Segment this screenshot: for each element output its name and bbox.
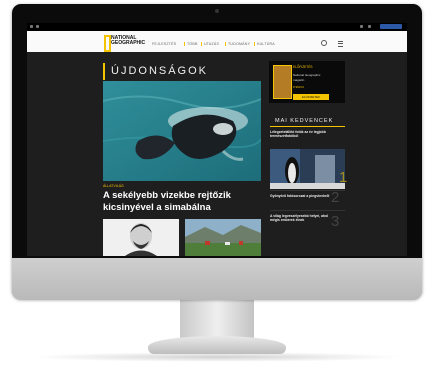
favorite-item-image[interactable]	[270, 149, 345, 189]
favorites-divider	[270, 210, 345, 211]
favorite-item-text[interactable]: Lélegzetelállító fotók az év legjobb ter…	[270, 130, 330, 139]
ad-subscribe-button[interactable]: ELŐFIZETEK	[293, 94, 329, 100]
thumbnail-landscape[interactable]	[185, 219, 261, 256]
ad-title: ELŐFIZETÉS	[293, 65, 313, 69]
magazine-cover-image[interactable]	[273, 65, 292, 99]
main-nav-bar: NATIONAL GEOGRAPHIC FEJLESZTÉS TÖBB UTAZ…	[27, 31, 407, 52]
article-category[interactable]: ÁLLATVILÁG	[103, 184, 124, 188]
user-icon[interactable]	[360, 25, 363, 28]
hamburger-menu-icon[interactable]	[338, 41, 343, 47]
nav-separator	[184, 42, 185, 46]
favorite-rank: 3	[331, 213, 340, 230]
favorites-accent-line	[270, 126, 345, 127]
monitor-chin	[12, 258, 422, 300]
nav-separator	[225, 42, 226, 46]
subscribe-button[interactable]	[380, 24, 402, 29]
section-accent-bar	[103, 63, 105, 80]
favorite-item-text[interactable]: Gyönyörű fotósorozat a pingvinekről	[270, 194, 330, 198]
ad-line: National Geographic	[293, 73, 321, 77]
webcam-dot	[215, 9, 219, 13]
site-logo[interactable]: NATIONAL GEOGRAPHIC	[111, 36, 151, 46]
top-utility-bar	[27, 23, 407, 31]
monitor-stand-base	[148, 336, 286, 354]
nav-item-tudomany[interactable]: TUDOMÁNY	[228, 42, 250, 46]
natgeo-logo-frame-icon[interactable]	[104, 35, 111, 52]
nav-separator	[201, 42, 202, 46]
nav-separator	[254, 42, 255, 46]
favorites-title: MAI KEDVENCEK	[275, 118, 334, 124]
nav-item-utazas[interactable]: UTAZÁS	[204, 42, 219, 46]
website-screen: NATIONAL GEOGRAPHIC FEJLESZTÉS TÖBB UTAZ…	[27, 23, 407, 256]
social-icon[interactable]	[30, 25, 33, 28]
globe-icon[interactable]	[368, 25, 371, 28]
nav-item-fejlesztes[interactable]: FEJLESZTÉS	[152, 42, 176, 46]
favorite-item-text[interactable]: A világ legveszélyesebb helyei, ahol még…	[270, 214, 330, 223]
favorite-rank: 1	[339, 169, 348, 186]
section-title: ÚJDONSÁGOK	[111, 65, 209, 77]
favorite-rank: 2	[331, 189, 340, 206]
search-icon[interactable]	[321, 40, 327, 46]
nav-item-tobb[interactable]: TÖBB	[187, 42, 198, 46]
thumbnail-portrait[interactable]	[103, 219, 179, 256]
ad-price: 9 990 Ft	[293, 85, 305, 89]
headline-link[interactable]: A sekélyebb vizekbe rejtőzik kicsinyével…	[103, 190, 268, 214]
nav-item-kultura[interactable]: KULTÚRA	[257, 42, 275, 46]
social-icon[interactable]	[36, 25, 39, 28]
hero-image-whale[interactable]	[103, 81, 261, 181]
ad-line: magazin	[293, 78, 305, 82]
